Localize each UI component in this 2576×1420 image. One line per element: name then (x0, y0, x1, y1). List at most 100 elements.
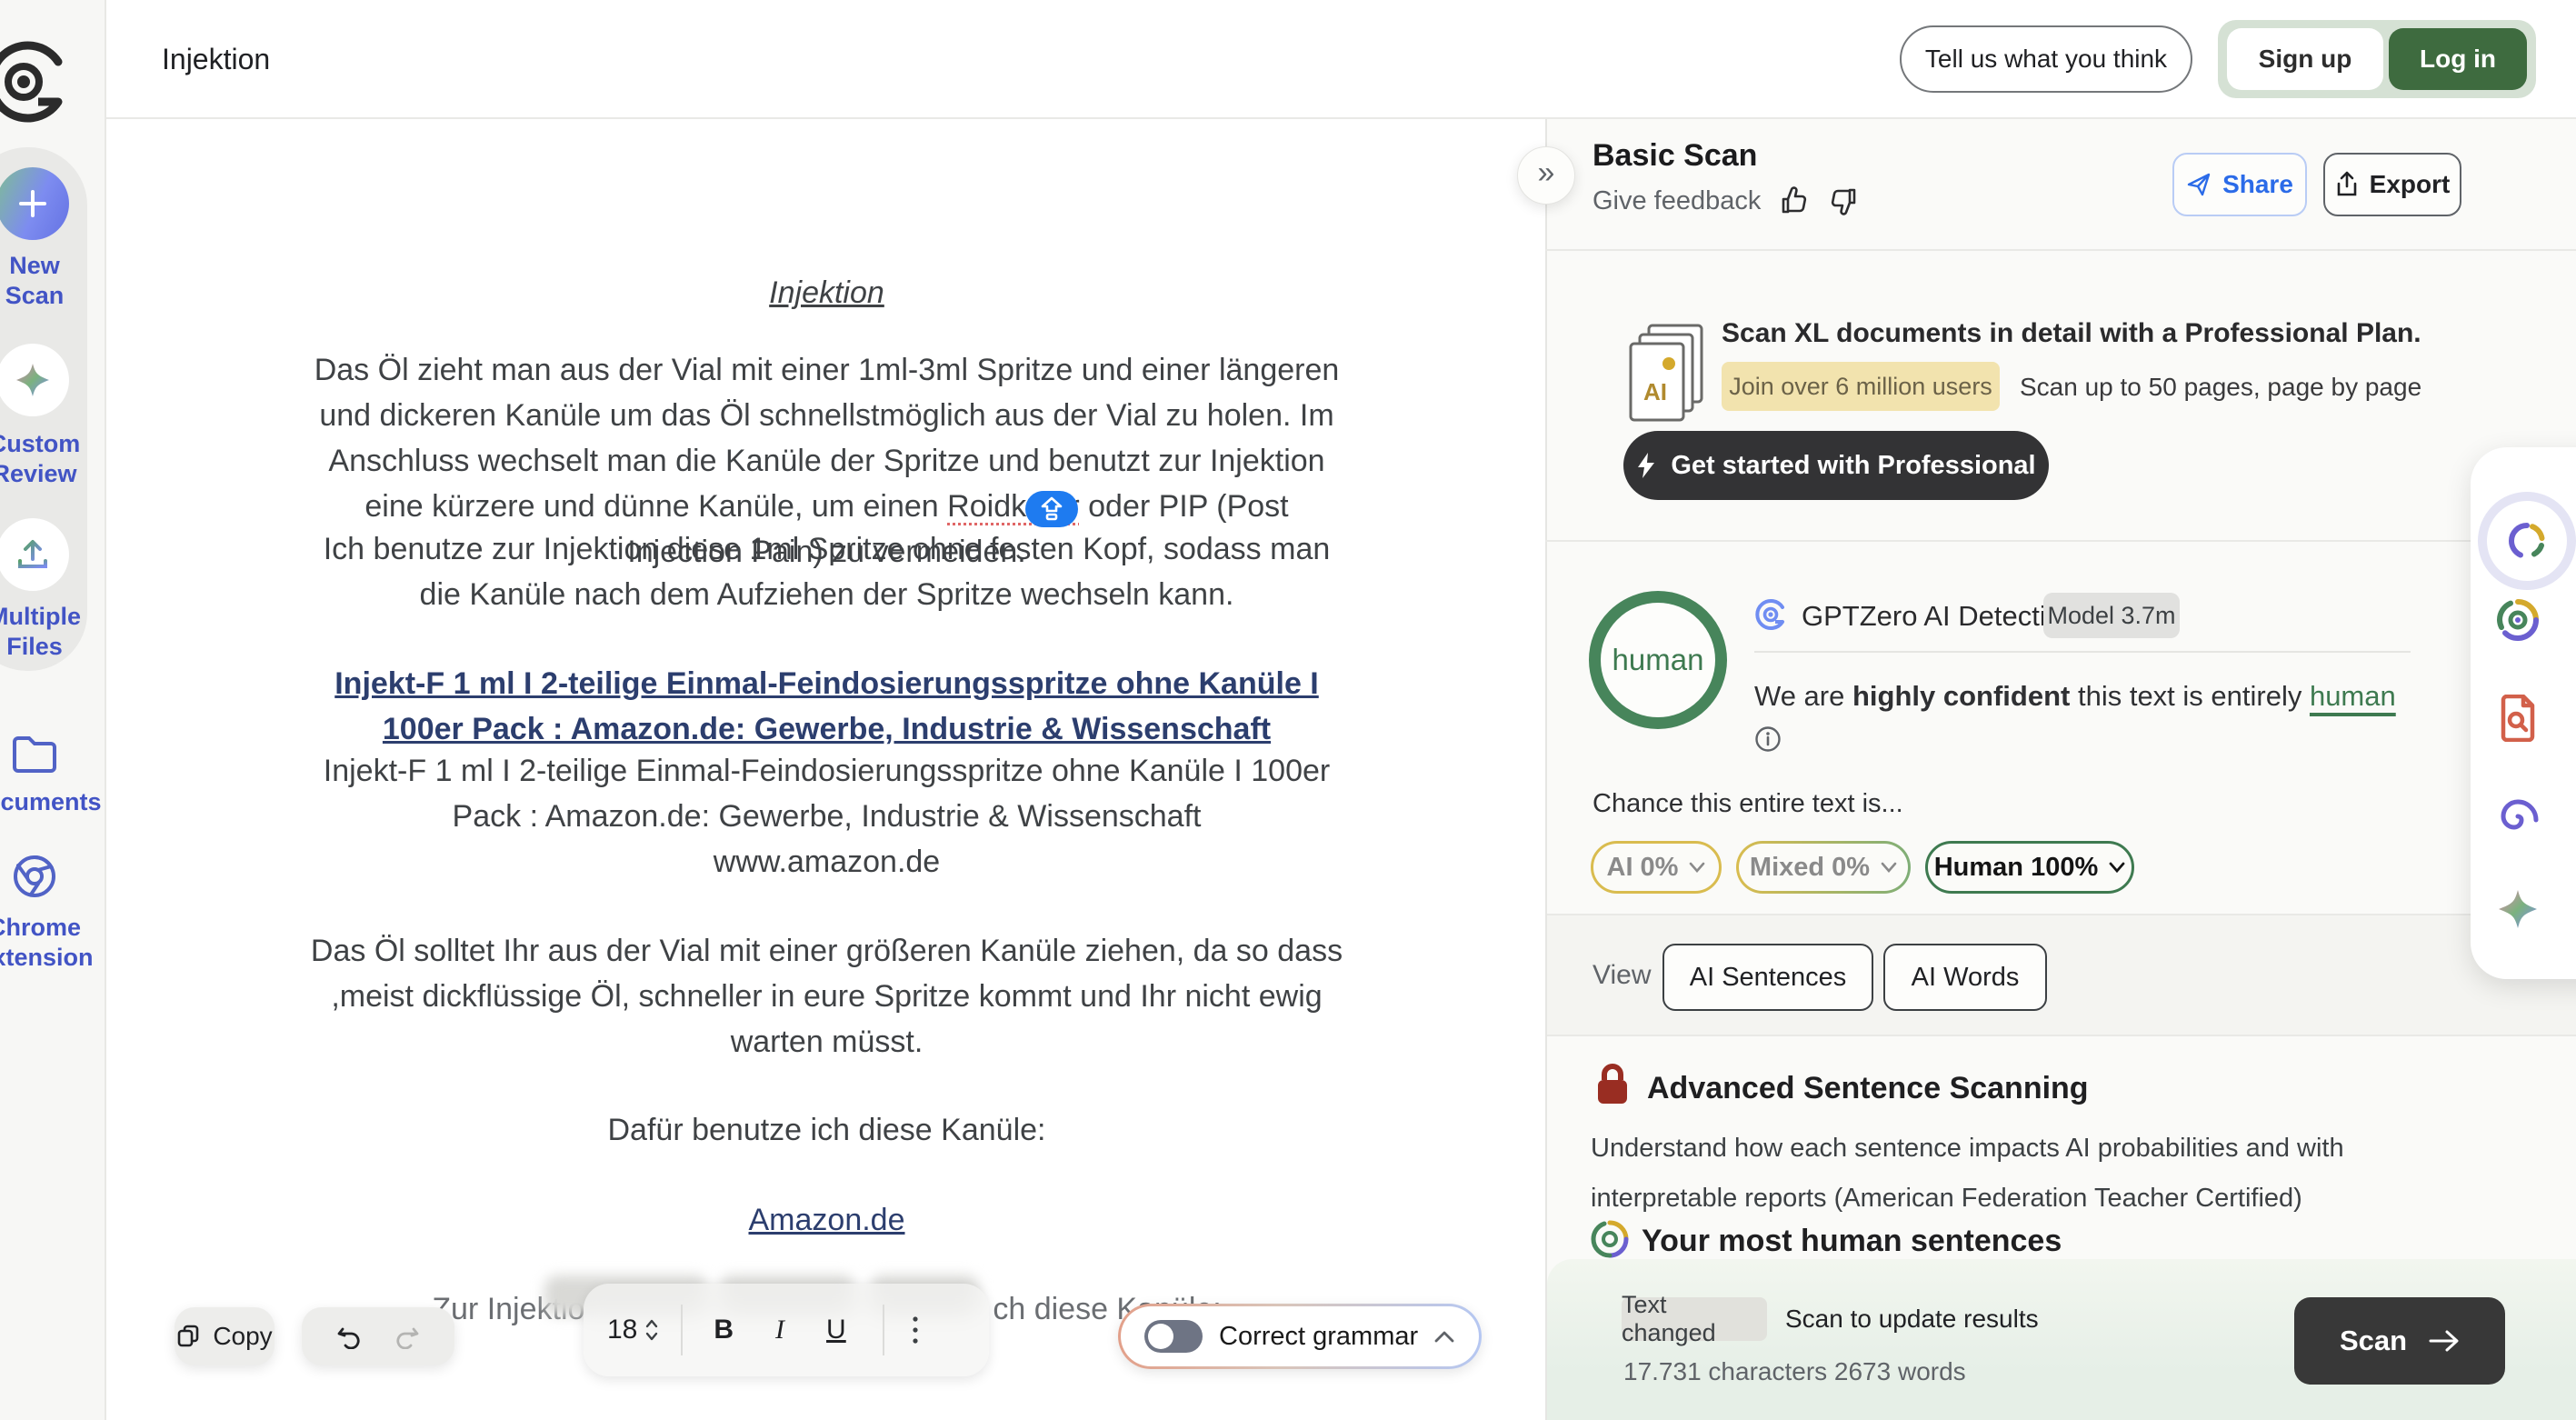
sidebar-item-documents[interactable]: Documents (0, 787, 107, 817)
extensions-dock (2471, 447, 2576, 979)
xl-documents-icon: AI (1623, 320, 1711, 422)
human-verdict: human (2310, 680, 2396, 712)
doc-paragraph-2: Ich benutze zur Injektion diese 1ml Spri… (108, 526, 1545, 617)
panel-title: Basic Scan (1593, 138, 1757, 174)
detection-brand: GPTZero AI Detection (1802, 600, 2077, 633)
confidence-text: We are highly confident this text is ent… (1754, 680, 2396, 713)
upload-arrow-icon (1040, 496, 1063, 522)
format-toolbar: 18 B I U (584, 1284, 989, 1376)
chevron-down-icon (1881, 862, 1897, 873)
sidebar-item-custom-review[interactable]: CustomReview (0, 429, 107, 489)
correct-grammar-toggle[interactable]: Correct grammar (1118, 1304, 1482, 1369)
human-score-ring: human (1589, 591, 1727, 729)
stepper-arrows-icon (644, 1317, 659, 1343)
send-icon (2186, 172, 2212, 197)
folder-icon[interactable] (11, 733, 58, 775)
undo-redo-group (302, 1307, 454, 1365)
ai-sentences-button[interactable]: AI Sentences (1662, 944, 1873, 1011)
promo-headline: Scan XL documents in detail with a Profe… (1722, 318, 2421, 349)
divider (1545, 249, 2576, 251)
chevron-down-icon (2109, 862, 2125, 873)
sparkle-icon (13, 360, 53, 400)
sidebar-item-chrome-extension[interactable]: ChromeExtension (0, 913, 107, 973)
gptzero-logo (0, 36, 69, 127)
rescan-footer: Text changed Scan to update results 17.7… (1547, 1259, 2576, 1420)
most-human-title: Your most human sentences (1642, 1224, 2062, 1259)
grammar-helper-icon[interactable] (1025, 491, 1078, 527)
text-changed-badge: Text changed (1622, 1297, 1767, 1341)
plus-icon (15, 186, 50, 221)
feedback-row: Give feedback (1593, 185, 1859, 216)
doc-paragraph-5: Das Öl solltet Ihr aus der Vial mit eine… (108, 928, 1545, 1065)
export-icon (2335, 171, 2359, 198)
thumbs-down-icon[interactable] (1828, 185, 1859, 216)
scan-button[interactable]: Scan (2294, 1297, 2505, 1385)
thumbs-up-icon[interactable] (1779, 185, 1810, 216)
redo-icon[interactable] (394, 1324, 420, 1349)
doc-amazon-link-line: Amazon.de (108, 1197, 1545, 1243)
sidebar-item-multiple-files[interactable]: MultipleFiles (0, 602, 107, 662)
chevron-down-icon (1689, 862, 1705, 873)
doc-link-heading: Injekt-F 1 ml I 2-teilige Einmal-Feindos… (108, 661, 1545, 752)
collapse-panel-button[interactable]: » (1517, 146, 1575, 205)
ring-label: human (1612, 643, 1704, 677)
ai-sparkle-icon[interactable] (2496, 887, 2540, 931)
spiral-icon[interactable] (2496, 795, 2540, 838)
most-human-icon (1589, 1218, 1631, 1260)
sidebar: NewScan CustomReview MultipleFiles Docum… (0, 0, 106, 1420)
undo-icon[interactable] (336, 1324, 362, 1349)
doc-paragraph-6: Dafür benutze ich diese Kanüle: (108, 1107, 1545, 1153)
bold-button[interactable]: B (714, 1315, 734, 1345)
scan-to-update-label: Scan to update results (1785, 1305, 2039, 1334)
advanced-description: Understand how each sentence impacts AI … (1591, 1124, 2344, 1224)
upload-icon (14, 535, 52, 574)
doc-citation: Injekt-F 1 ml I 2-teilige Einmal-Feindos… (108, 748, 1545, 885)
underline-button[interactable]: U (826, 1315, 846, 1345)
chance-label: Chance this entire text is... (1593, 789, 1903, 819)
sidebar-item-new-scan[interactable]: NewScan (0, 251, 107, 311)
info-icon[interactable] (1754, 725, 1782, 753)
chance-human-pill[interactable]: Human 100% (1925, 841, 2134, 894)
lock-icon (1594, 1062, 1631, 1107)
arrow-right-icon (2429, 1329, 2460, 1353)
promo-users-badge: Join over 6 million users (1722, 362, 2000, 411)
chance-mixed-pill[interactable]: Mixed 0% (1736, 841, 1911, 894)
amazon-product-link[interactable]: Injekt-F 1 ml I 2-teilige Einmal-Feindos… (334, 666, 1319, 701)
dock-active-ring[interactable] (2478, 492, 2576, 590)
document-search-icon[interactable] (2496, 695, 2540, 742)
ai-words-button[interactable]: AI Words (1883, 944, 2047, 1011)
copy-button[interactable]: Copy (175, 1307, 275, 1365)
feedback-button[interactable]: Tell us what you think (1900, 25, 2192, 93)
italic-button[interactable]: I (775, 1315, 784, 1345)
share-button[interactable]: Share (2172, 153, 2307, 216)
more-options-icon[interactable] (912, 1315, 919, 1345)
page-title: Injektion (162, 43, 270, 76)
font-size-stepper[interactable]: 18 (607, 1315, 659, 1345)
lightning-icon (1636, 452, 1656, 479)
auth-group: Sign up Log in (2218, 20, 2536, 98)
login-button[interactable]: Log in (2389, 28, 2527, 90)
chance-ai-pill[interactable]: AI 0% (1591, 841, 1722, 894)
divider (1545, 540, 2576, 542)
export-button[interactable]: Export (2323, 153, 2461, 216)
give-feedback-label: Give feedback (1593, 186, 1761, 216)
chevron-up-icon (1434, 1330, 1454, 1343)
amazon-product-link[interactable]: 100er Pack : Amazon.de: Gewerbe, Industr… (383, 712, 1271, 746)
chrome-icon[interactable] (11, 853, 58, 900)
advanced-title: Advanced Sentence Scanning (1647, 1071, 2089, 1106)
amazon-link[interactable]: Amazon.de (749, 1203, 905, 1237)
svg-text:AI: AI (1643, 378, 1667, 405)
signup-button[interactable]: Sign up (2227, 28, 2383, 90)
model-badge: Model 3.7m (2043, 593, 2180, 638)
gptzero-mini-icon (1752, 596, 1789, 633)
header: Injektion Tell us what you think Sign up… (106, 0, 2576, 119)
gptzero-dock-icon (2506, 520, 2548, 562)
promo-note: Scan up to 50 pages, page by page (2020, 373, 2421, 402)
divider (1754, 651, 2411, 653)
document-editor[interactable]: Injektion Das Öl zieht man aus der Vial … (108, 119, 1545, 1420)
view-label: View (1593, 960, 1651, 991)
toggle-switch[interactable] (1144, 1320, 1203, 1353)
get-professional-button[interactable]: Get started with Professional (1623, 431, 2049, 500)
scan-history-icon[interactable] (2496, 598, 2540, 642)
copy-icon (176, 1325, 200, 1348)
